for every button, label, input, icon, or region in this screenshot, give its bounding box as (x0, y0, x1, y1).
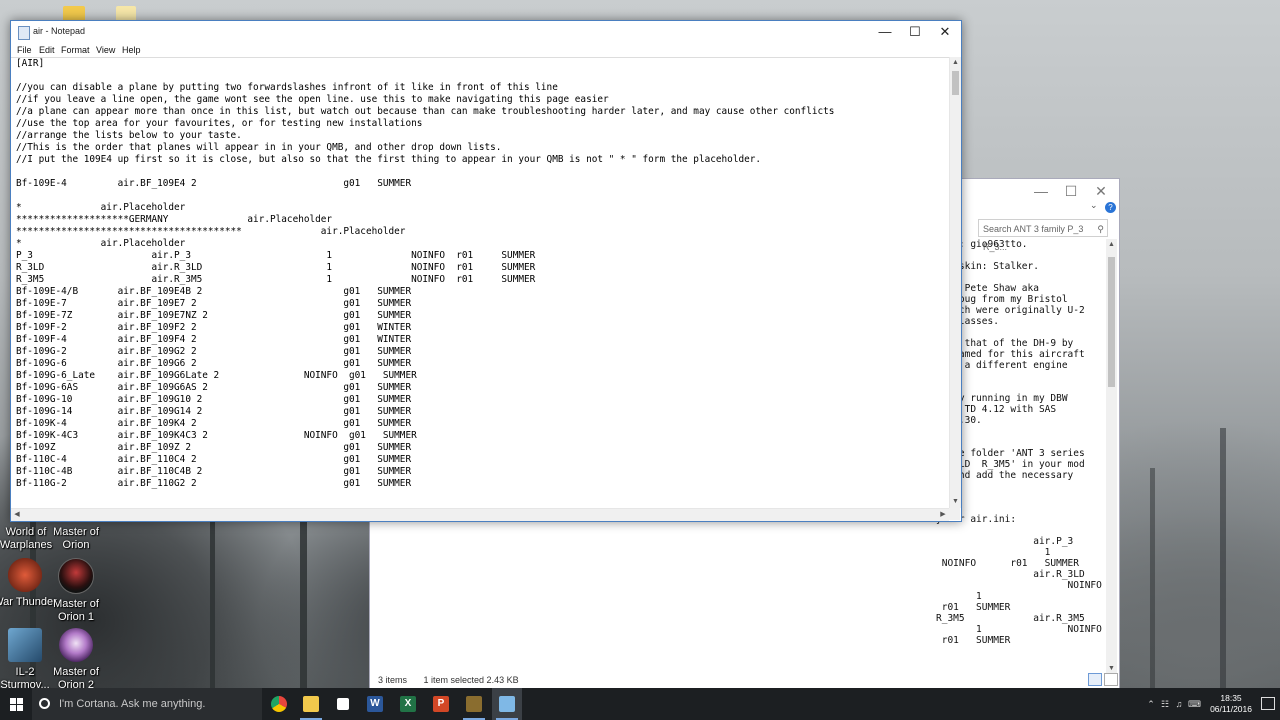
chrome-icon (271, 696, 287, 712)
war-thunder-icon (8, 558, 42, 592)
maximize-button[interactable]: ☐ (1056, 183, 1086, 203)
help-icon[interactable]: ? (1105, 202, 1116, 213)
taskbar-game[interactable] (459, 688, 489, 720)
taskbar-store[interactable] (328, 688, 358, 720)
powerpoint-icon: P (433, 696, 449, 712)
taskbar-excel[interactable]: X (393, 688, 423, 720)
search-input[interactable]: Search ANT 3 family P_3 R_3... ⚲ (978, 219, 1108, 252)
taskbar-chrome[interactable] (264, 688, 294, 720)
menu-file[interactable]: File (17, 45, 32, 55)
status-selection: 1 item selected 2.43 KB (423, 675, 519, 685)
icon-label: Master of Orion 2 (53, 666, 99, 688)
icon-label: Master of Orion 1 (53, 598, 99, 623)
notepad-titlebar[interactable]: air - Notepad — ☐ ✕ (11, 21, 961, 43)
desktop-icon-master-of-orion-1[interactable]: Master of Orion 1 (42, 558, 110, 624)
network-icon[interactable]: ☷ (1160, 699, 1170, 709)
close-button[interactable]: ✕ (930, 21, 960, 43)
start-button[interactable] (0, 688, 32, 720)
il2-sturmovik-icon (8, 628, 42, 662)
menu-format[interactable]: Format (61, 45, 90, 55)
scroll-left-icon[interactable]: ◀ (11, 509, 23, 521)
taskbar: I'm Cortana. Ask me anything. W X P ⌃ ☷ … (0, 688, 1280, 720)
maximize-button[interactable]: ☐ (900, 21, 930, 43)
scroll-up-icon[interactable]: ▲ (950, 57, 961, 69)
master-of-orion-1-icon (58, 558, 94, 594)
system-tray: ⌃ ☷ ♫ ⌨ 18:35 06/11/2016 (1140, 688, 1280, 720)
scrollbar-thumb[interactable] (952, 71, 959, 95)
notepad-window[interactable]: air - Notepad — ☐ ✕ File Edit Format Vie… (10, 20, 962, 522)
view-toggle (1086, 673, 1118, 688)
preview-scrollbar[interactable]: ▲ ▼ (1106, 239, 1117, 674)
excel-icon: X (400, 696, 416, 712)
search-icon: ⚲ (1097, 224, 1104, 234)
cortana-placeholder: I'm Cortana. Ask me anything. (59, 698, 206, 710)
file-explorer-icon (303, 696, 319, 712)
taskbar-file-explorer[interactable] (296, 688, 326, 720)
editor-content[interactable]: [AIR] //you can disable a plane by putti… (11, 58, 949, 490)
minimize-button[interactable]: — (1026, 183, 1056, 203)
horizontal-scrollbar[interactable]: ◀ ▶ (11, 508, 949, 521)
scrollbar-thumb[interactable] (1108, 257, 1115, 387)
window-title: air - Notepad (33, 26, 86, 36)
vertical-scrollbar[interactable]: ▲ ▼ (949, 57, 961, 508)
game-icon (466, 696, 482, 712)
scroll-down-icon[interactable]: ▼ (950, 496, 961, 508)
menu-help[interactable]: Help (122, 45, 141, 55)
cortana-search-box[interactable]: I'm Cortana. Ask me anything. (32, 688, 262, 720)
taskbar-word[interactable]: W (360, 688, 390, 720)
scroll-up-icon[interactable]: ▲ (1108, 241, 1115, 248)
desktop-icon-master-of-orion-2[interactable]: Master of Orion 2 (42, 628, 110, 688)
clock[interactable]: 18:35 06/11/2016 (1210, 693, 1252, 715)
word-icon: W (367, 696, 383, 712)
chevron-down-icon[interactable]: ⌄ (1090, 200, 1098, 211)
volume-icon[interactable]: ♫ (1174, 699, 1184, 709)
minimize-button[interactable]: — (870, 21, 900, 43)
icon-label: Master of Orion (53, 526, 99, 551)
details-view-button[interactable] (1088, 673, 1102, 686)
taskbar-notepad[interactable] (492, 688, 522, 720)
menu-edit[interactable]: Edit (39, 45, 55, 55)
cortana-icon (39, 698, 50, 709)
text-editor[interactable]: [AIR] //you can disable a plane by putti… (11, 57, 949, 509)
clock-time: 18:35 (1220, 693, 1242, 703)
menu-bar: File Edit Format View Help (11, 43, 961, 57)
master-of-orion-2-icon (59, 628, 93, 662)
large-icons-view-button[interactable] (1104, 673, 1118, 686)
keyboard-icon[interactable]: ⌨ (1188, 699, 1201, 709)
notepad-icon (18, 26, 30, 40)
status-bar: 3 items 1 item selected 2.43 KB (370, 671, 1119, 689)
notification-icon[interactable] (1261, 697, 1275, 710)
clock-date: 06/11/2016 (1210, 704, 1252, 714)
scrollbar-corner (949, 508, 960, 520)
menu-view[interactable]: View (96, 45, 115, 55)
scroll-right-icon[interactable]: ▶ (937, 509, 949, 521)
notepad-icon (499, 696, 515, 712)
chevron-up-icon[interactable]: ⌃ (1146, 699, 1156, 709)
taskbar-powerpoint[interactable]: P (426, 688, 456, 720)
store-icon (337, 698, 349, 710)
status-item-count: 3 items (378, 675, 408, 685)
